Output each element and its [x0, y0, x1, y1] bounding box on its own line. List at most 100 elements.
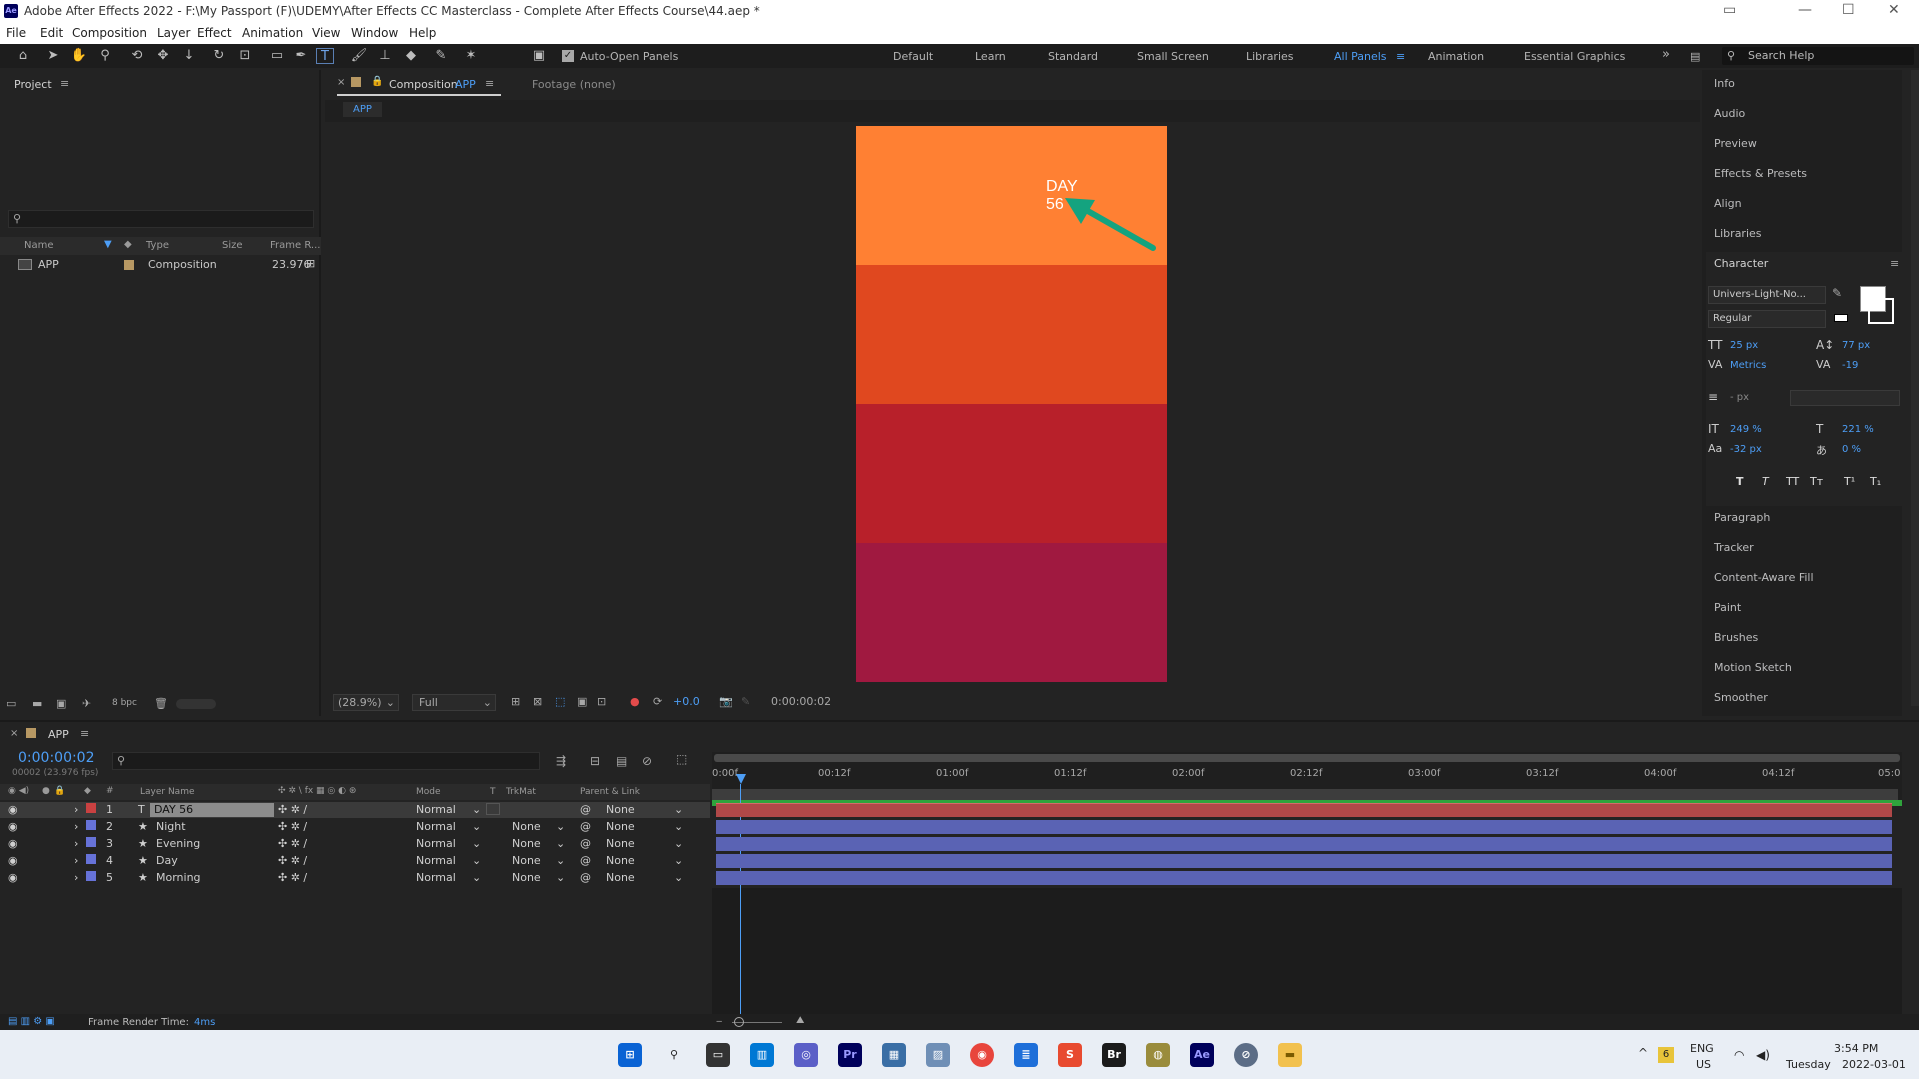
more-workspaces-icon[interactable]: »	[1662, 47, 1670, 62]
timeline-current-time[interactable]: 0:00:00:02	[18, 750, 95, 766]
playhead-handle[interactable]	[736, 774, 746, 784]
workspace-learn[interactable]: Learn	[975, 50, 1006, 63]
timeline-search-input[interactable]: ⚲	[112, 752, 540, 770]
grid-guides-icon[interactable]: ⊡	[597, 695, 606, 708]
leading-value[interactable]: 77 px	[1842, 340, 1870, 351]
horizontal-scale-value[interactable]: 221 %	[1842, 424, 1874, 435]
layer-bar-5[interactable]	[716, 871, 1892, 885]
puppet-tool-icon[interactable]: ✶	[462, 48, 480, 64]
rectangle-tool-icon[interactable]: ▭	[268, 48, 286, 64]
menu-file[interactable]: File	[6, 26, 26, 40]
right-scrollbar[interactable]	[1911, 70, 1919, 706]
project-title[interactable]: Project	[14, 78, 52, 91]
column-t[interactable]: T	[490, 787, 496, 797]
bridge-icon[interactable]: Br	[1102, 1043, 1126, 1067]
column-parent[interactable]: Parent & Link	[580, 787, 640, 797]
tray-badge[interactable]: 6	[1658, 1047, 1674, 1063]
tracking-value[interactable]: -19	[1842, 360, 1858, 371]
clock-date[interactable]: 2022-03-01	[1842, 1058, 1906, 1071]
draft-3d-icon[interactable]: ⊟	[590, 754, 600, 768]
hand-tool-icon[interactable]: ✋	[70, 48, 88, 64]
stroke-width-value[interactable]: - px	[1730, 392, 1749, 403]
layer-parent[interactable]: None	[606, 803, 635, 816]
home-icon[interactable]: ⌂	[14, 48, 32, 64]
layer-mode[interactable]: Normal	[416, 803, 456, 816]
notepad-icon[interactable]: ≣	[1014, 1043, 1038, 1067]
region-of-interest-icon[interactable]: ▣	[577, 695, 587, 708]
layer-parent[interactable]: None	[606, 820, 635, 833]
menu-effect[interactable]: Effect	[197, 26, 232, 40]
footage-tab[interactable]: Footage (none)	[532, 78, 616, 91]
character-title[interactable]: Character	[1714, 257, 1768, 270]
layer-row-2[interactable]: ◉ › 2 ★ Night ✣ ✲ ∕ Normal ⌄ None ⌄ @ No…	[0, 819, 710, 835]
pickwhip-icon[interactable]: @	[580, 837, 591, 850]
label-column-icon[interactable]: ◆	[124, 239, 132, 250]
panel-effects-presets[interactable]: Effects & Presets	[1714, 167, 1807, 180]
panel-audio[interactable]: Audio	[1714, 107, 1745, 120]
fast-preview-icon[interactable]: ⊞	[511, 695, 520, 708]
layer-label-swatch[interactable]	[86, 820, 96, 830]
menu-animation[interactable]: Animation	[242, 26, 303, 40]
layer-trkmat[interactable]: None	[512, 854, 541, 867]
channel-icon[interactable]: ●	[630, 695, 640, 708]
restore-panel-icon[interactable]: ▭	[1723, 2, 1736, 18]
pickwhip-icon[interactable]: @	[580, 854, 591, 867]
layer-label-swatch[interactable]	[86, 854, 96, 864]
layer-bar-1[interactable]	[716, 803, 1892, 817]
project-menu-icon[interactable]: ≡	[60, 77, 69, 90]
comp-canvas[interactable]: DAY 56	[856, 126, 1167, 682]
layer-name[interactable]: Night	[156, 820, 186, 833]
layer-switches-icon[interactable]: ✣ ✲ ∕	[278, 854, 307, 867]
expand-arrow-icon[interactable]: ›	[74, 871, 78, 884]
superscript-button[interactable]: T¹	[1844, 475, 1855, 488]
layer-label-swatch[interactable]	[86, 803, 96, 813]
layer-label-swatch[interactable]	[86, 837, 96, 847]
layer-row-3[interactable]: ◉ › 3 ★ Evening ✣ ✲ ∕ Normal ⌄ None ⌄ @ …	[0, 836, 710, 852]
faux-bold-button[interactable]: T	[1736, 475, 1744, 488]
panel-tracker[interactable]: Tracker	[1714, 541, 1754, 554]
panel-content-aware-fill[interactable]: Content-Aware Fill	[1714, 571, 1814, 584]
expand-arrow-icon[interactable]: ›	[74, 854, 78, 867]
faux-italic-button[interactable]: T	[1762, 475, 1769, 488]
new-folder-icon[interactable]: ▬	[32, 697, 42, 710]
tsume-value[interactable]: 0 %	[1842, 444, 1861, 455]
auto-open-checkbox[interactable]: ✓	[562, 50, 574, 62]
zoom-in-icon[interactable]: ⛰	[796, 1015, 804, 1026]
eye-icon[interactable]: ◉	[8, 820, 18, 833]
layer-bar-3[interactable]	[716, 837, 1892, 851]
layer-name[interactable]: Evening	[156, 837, 200, 850]
menu-composition[interactable]: Composition	[72, 26, 147, 40]
selection-tool-icon[interactable]: ➤	[44, 48, 62, 64]
project-item-app[interactable]: APP Composition 23.976 ⊞	[0, 257, 321, 273]
snapshot-icon[interactable]: 📷	[719, 695, 733, 708]
zoom-out-icon[interactable]: ‒	[716, 1016, 722, 1027]
layer-row-4[interactable]: ◉ › 4 ★ Day ✣ ✲ ∕ Normal ⌄ None ⌄ @ None…	[0, 853, 710, 869]
sort-arrow-icon[interactable]: ▼	[104, 239, 112, 250]
magnification-dropdown[interactable]: (28.9%) ⌄	[333, 694, 399, 711]
layer-mode[interactable]: Normal	[416, 854, 456, 867]
menu-help[interactable]: Help	[409, 26, 436, 40]
layer-switches-icon[interactable]: ✣ ✲ ∕	[278, 837, 307, 850]
label-column-icon[interactable]: ◆	[84, 786, 91, 796]
start-icon[interactable]: ⊞	[618, 1043, 642, 1067]
file-explorer-icon[interactable]: ▬	[1278, 1043, 1302, 1067]
layer-trkmat[interactable]: None	[512, 871, 541, 884]
kerning-value[interactable]: Metrics	[1730, 360, 1766, 371]
eraser-tool-icon[interactable]: ◆	[402, 48, 420, 64]
workspace-small-screen[interactable]: Small Screen	[1137, 50, 1209, 63]
mask-visibility-icon[interactable]: ⬚	[555, 695, 565, 708]
workspace-all-panels[interactable]: All Panels	[1334, 50, 1387, 63]
app-icon[interactable]: ◍	[1146, 1043, 1170, 1067]
stroke-type-dropdown[interactable]	[1790, 390, 1900, 406]
clock-time[interactable]: 3:54 PM	[1834, 1042, 1878, 1055]
workspace-default[interactable]: Default	[893, 50, 933, 63]
comp-tab-name[interactable]: APP	[455, 78, 476, 91]
panel-libraries[interactable]: Libraries	[1714, 227, 1762, 240]
type-tool-icon[interactable]: T	[316, 48, 334, 64]
composition-mini-flowchart-icon[interactable]: ⇶	[556, 754, 566, 768]
menu-layer[interactable]: Layer	[157, 26, 190, 40]
av-features-icon[interactable]: ◉ ◀)	[8, 786, 29, 796]
chrome-icon[interactable]: ◉	[970, 1043, 994, 1067]
comp-menu-icon[interactable]: ≡	[485, 77, 494, 90]
menu-view[interactable]: View	[312, 26, 340, 40]
